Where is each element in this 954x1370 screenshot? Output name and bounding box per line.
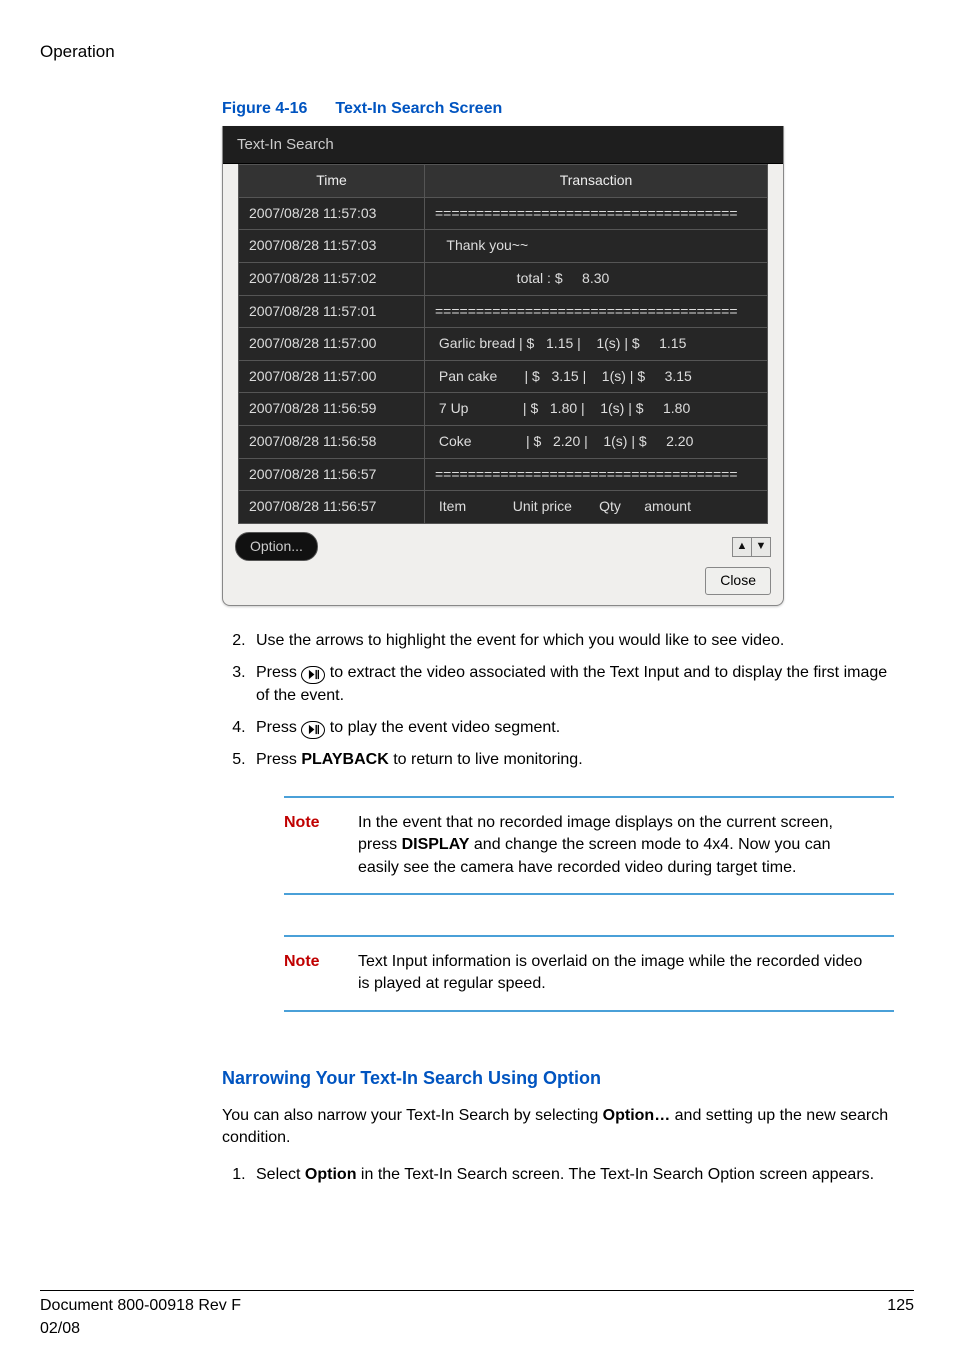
down-arrow-icon[interactable]: ▼: [751, 538, 770, 556]
step-4: Press to play the event video segment.: [250, 717, 894, 739]
cell-time: 2007/08/28 11:56:57: [239, 458, 425, 491]
cell-time: 2007/08/28 11:57:00: [239, 328, 425, 361]
step-3: Press to extract the video associated wi…: [250, 662, 894, 707]
cell-time: 2007/08/28 11:56:58: [239, 425, 425, 458]
figure-title: Text-In Search Screen: [335, 100, 502, 117]
figure-number: Figure 4-16: [222, 100, 307, 117]
play-pause-icon: [301, 721, 325, 739]
col-transaction: Transaction: [425, 165, 768, 198]
step-5: Press PLAYBACK to return to live monitor…: [250, 749, 894, 771]
subsection-heading: Narrowing Your Text-In Search Using Opti…: [222, 1066, 894, 1091]
note-body: Text Input information is overlaid on th…: [358, 951, 894, 996]
cell-time: 2007/08/28 11:57:00: [239, 360, 425, 393]
cell-tx: 7 Up | $ 1.80 | 1(s) | $ 1.80: [425, 393, 768, 426]
close-button[interactable]: Close: [705, 567, 771, 595]
play-pause-icon: [301, 666, 325, 684]
col-time: Time: [239, 165, 425, 198]
table-row[interactable]: 2007/08/28 11:57:03 Thank you~~: [239, 230, 768, 263]
window-title: Text-In Search: [223, 126, 783, 164]
transaction-table: Time Transaction 2007/08/28 11:57:03====…: [238, 164, 768, 524]
cell-tx: =====================================: [425, 458, 768, 491]
cell-tx: Pan cake | $ 3.15 | 1(s) | $ 3.15: [425, 360, 768, 393]
table-row[interactable]: 2007/08/28 11:57:03=====================…: [239, 197, 768, 230]
narrow-step-list: Select Option in the Text-In Search scre…: [222, 1164, 894, 1186]
cell-time: 2007/08/28 11:57:01: [239, 295, 425, 328]
cell-tx: Item Unit price Qty amount: [425, 491, 768, 524]
doc-id: Document 800-00918 Rev F: [40, 1295, 241, 1317]
cell-time: 2007/08/28 11:56:57: [239, 491, 425, 524]
cell-tx: Thank you~~: [425, 230, 768, 263]
option-button[interactable]: Option...: [235, 532, 318, 562]
screenshot: Text-In Search Time Transaction 2007/08/…: [222, 126, 784, 606]
cell-time: 2007/08/28 11:57:03: [239, 230, 425, 263]
scroll-spinner[interactable]: ▲ ▼: [732, 537, 771, 557]
page-footer: Document 800-00918 Rev F 02/08 125: [40, 1290, 914, 1370]
cell-time: 2007/08/28 11:57:03: [239, 197, 425, 230]
note-1: Note In the event that no recorded image…: [284, 796, 894, 895]
cell-tx: =====================================: [425, 295, 768, 328]
table-row[interactable]: 2007/08/28 11:56:57=====================…: [239, 458, 768, 491]
table-row[interactable]: 2007/08/28 11:57:02 total : $ 8.30: [239, 262, 768, 295]
table-row[interactable]: 2007/08/28 11:56:59 7 Up | $ 1.80 | 1(s)…: [239, 393, 768, 426]
up-arrow-icon[interactable]: ▲: [733, 538, 751, 556]
cell-tx: Garlic bread | $ 1.15 | 1(s) | $ 1.15: [425, 328, 768, 361]
note-2: Note Text Input information is overlaid …: [284, 935, 894, 1012]
step-list: Use the arrows to highlight the event fo…: [222, 630, 894, 772]
cell-tx: Coke | $ 2.20 | 1(s) | $ 2.20: [425, 425, 768, 458]
cell-tx: total : $ 8.30: [425, 262, 768, 295]
table-row[interactable]: 2007/08/28 11:57:01=====================…: [239, 295, 768, 328]
note-label: Note: [284, 812, 332, 879]
cell-time: 2007/08/28 11:57:02: [239, 262, 425, 295]
narrow-para: You can also narrow your Text-In Search …: [222, 1105, 894, 1150]
section-label: Operation: [40, 40, 894, 64]
figure-caption: Figure 4-16 Text-In Search Screen: [222, 98, 894, 120]
cell-time: 2007/08/28 11:56:59: [239, 393, 425, 426]
table-row[interactable]: 2007/08/28 11:56:58 Coke | $ 2.20 | 1(s)…: [239, 425, 768, 458]
note-body: In the event that no recorded image disp…: [358, 812, 894, 879]
table-row[interactable]: 2007/08/28 11:57:00 Pan cake | $ 3.15 | …: [239, 360, 768, 393]
step-2: Use the arrows to highlight the event fo…: [250, 630, 894, 652]
doc-date: 02/08: [40, 1318, 241, 1340]
narrow-step-1: Select Option in the Text-In Search scre…: [250, 1164, 894, 1186]
page-number: 125: [887, 1295, 914, 1340]
table-row[interactable]: 2007/08/28 11:57:00 Garlic bread | $ 1.1…: [239, 328, 768, 361]
note-label: Note: [284, 951, 332, 996]
cell-tx: =====================================: [425, 197, 768, 230]
table-row[interactable]: 2007/08/28 11:56:57 Item Unit price Qty …: [239, 491, 768, 524]
